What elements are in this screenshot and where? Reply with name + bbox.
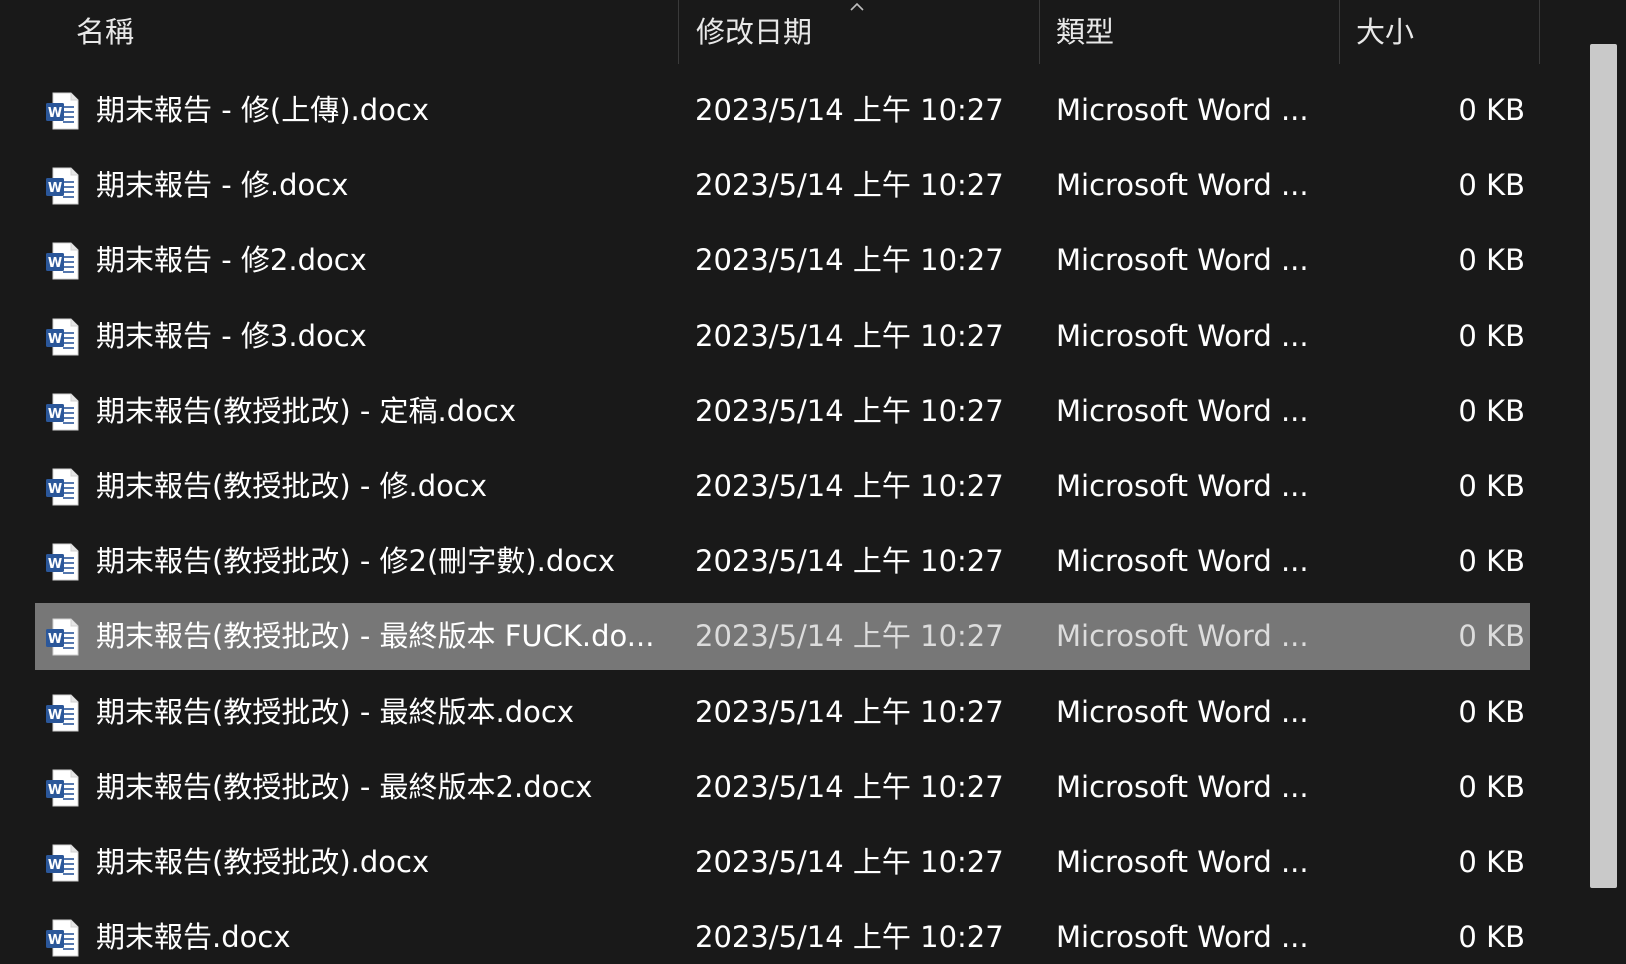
svg-text:W: W	[48, 332, 62, 347]
svg-text:W: W	[48, 256, 62, 271]
svg-text:W: W	[48, 482, 62, 497]
file-modified-date: 2023/5/14 上午 10:27	[695, 544, 1004, 578]
file-modified-date: 2023/5/14 上午 10:27	[695, 168, 1004, 202]
word-document-icon: W	[46, 318, 79, 356]
column-header-size[interactable]: 大小	[1340, 0, 1539, 64]
word-document-icon: W	[46, 393, 79, 431]
file-name: 期末報告 - 修.docx	[96, 168, 349, 202]
svg-text:W: W	[48, 181, 62, 196]
file-type: Microsoft Word ...	[1056, 695, 1309, 729]
svg-text:W: W	[48, 933, 62, 948]
file-row[interactable]: W 期末報告(教授批改) - 最終版本.docx 2023/5/14 上午 10…	[35, 679, 1530, 746]
svg-text:W: W	[48, 632, 62, 647]
file-row[interactable]: W 期末報告.docx 2023/5/14 上午 10:27 Microsoft…	[35, 904, 1530, 964]
file-modified-date: 2023/5/14 上午 10:27	[695, 920, 1004, 954]
file-type: Microsoft Word ...	[1056, 845, 1309, 879]
svg-text:W: W	[48, 783, 62, 798]
file-name: 期末報告.docx	[96, 920, 291, 954]
file-row[interactable]: W 期末報告(教授批改) - 最終版本 FUCK.do... 2023/5/14…	[35, 603, 1530, 670]
file-type: Microsoft Word ...	[1056, 770, 1309, 804]
file-row[interactable]: W 期末報告(教授批改) - 修2(刪字數).docx 2023/5/14 上午…	[35, 528, 1530, 595]
word-document-icon: W	[46, 844, 79, 882]
file-size: 0 KB	[1458, 243, 1525, 277]
file-row[interactable]: W 期末報告 - 修2.docx 2023/5/14 上午 10:27 Micr…	[35, 227, 1530, 294]
file-size: 0 KB	[1458, 619, 1525, 653]
file-name: 期末報告(教授批改) - 修.docx	[96, 469, 488, 503]
file-modified-date: 2023/5/14 上午 10:27	[695, 243, 1004, 277]
file-row[interactable]: W 期末報告(教授批改) - 修.docx 2023/5/14 上午 10:27…	[35, 453, 1530, 520]
word-document-icon: W	[46, 543, 79, 581]
file-type: Microsoft Word ...	[1056, 469, 1309, 503]
svg-text:W: W	[48, 407, 62, 422]
chevron-up-icon	[850, 2, 864, 11]
file-name: 期末報告 - 修2.docx	[96, 243, 367, 277]
file-name: 期末報告(教授批改) - 最終版本.docx	[96, 695, 575, 729]
vertical-scrollbar-thumb[interactable]	[1590, 44, 1617, 888]
svg-text:W: W	[48, 106, 62, 121]
file-modified-date: 2023/5/14 上午 10:27	[695, 619, 1004, 653]
file-name: 期末報告 - 修3.docx	[96, 319, 367, 353]
file-size: 0 KB	[1458, 544, 1525, 578]
column-header-bar: 名稱 修改日期 類型 大小	[0, 0, 1540, 64]
file-row[interactable]: W 期末報告(教授批改) - 定稿.docx 2023/5/14 上午 10:2…	[35, 378, 1530, 445]
file-name: 期末報告(教授批改) - 最終版本 FUCK.do...	[96, 619, 655, 653]
file-size: 0 KB	[1458, 394, 1525, 428]
file-size: 0 KB	[1458, 319, 1525, 353]
column-header-name-label: 名稱	[76, 15, 135, 49]
file-explorer-details-view: 名稱 修改日期 類型 大小 W 期末報告 - 修(上傳).docx 2023/5…	[0, 0, 1626, 964]
file-modified-date: 2023/5/14 上午 10:27	[695, 695, 1004, 729]
column-header-type-label: 類型	[1056, 15, 1115, 49]
file-modified-date: 2023/5/14 上午 10:27	[695, 845, 1004, 879]
file-size: 0 KB	[1458, 695, 1525, 729]
file-type: Microsoft Word ...	[1056, 243, 1309, 277]
file-row[interactable]: W 期末報告(教授批改).docx 2023/5/14 上午 10:27 Mic…	[35, 829, 1530, 896]
word-document-icon: W	[46, 92, 79, 130]
column-header-type[interactable]: 類型	[1040, 0, 1339, 64]
file-modified-date: 2023/5/14 上午 10:27	[695, 319, 1004, 353]
file-type: Microsoft Word ...	[1056, 544, 1309, 578]
file-type: Microsoft Word ...	[1056, 619, 1309, 653]
svg-text:W: W	[48, 557, 62, 572]
file-type: Microsoft Word ...	[1056, 319, 1309, 353]
file-name: 期末報告(教授批改) - 最終版本2.docx	[96, 770, 593, 804]
word-document-icon: W	[46, 167, 79, 205]
file-size: 0 KB	[1458, 920, 1525, 954]
word-document-icon: W	[46, 919, 79, 957]
column-header-size-label: 大小	[1356, 15, 1415, 49]
column-header-modified[interactable]: 修改日期	[679, 0, 1039, 64]
word-document-icon: W	[46, 618, 79, 656]
file-name: 期末報告(教授批改) - 修2(刪字數).docx	[96, 544, 616, 578]
file-type: Microsoft Word ...	[1056, 920, 1309, 954]
file-row[interactable]: W 期末報告 - 修3.docx 2023/5/14 上午 10:27 Micr…	[35, 303, 1530, 370]
word-document-icon: W	[46, 694, 79, 732]
file-modified-date: 2023/5/14 上午 10:27	[695, 93, 1004, 127]
file-name: 期末報告 - 修(上傳).docx	[96, 93, 430, 127]
file-name: 期末報告(教授批改).docx	[96, 845, 430, 879]
file-size: 0 KB	[1458, 93, 1525, 127]
word-document-icon: W	[46, 468, 79, 506]
file-type: Microsoft Word ...	[1056, 168, 1309, 202]
column-header-modified-label: 修改日期	[696, 15, 813, 49]
file-type: Microsoft Word ...	[1056, 93, 1309, 127]
file-row[interactable]: W 期末報告 - 修.docx 2023/5/14 上午 10:27 Micro…	[35, 152, 1530, 219]
file-size: 0 KB	[1458, 845, 1525, 879]
file-modified-date: 2023/5/14 上午 10:27	[695, 469, 1004, 503]
file-modified-date: 2023/5/14 上午 10:27	[695, 394, 1004, 428]
column-header-name[interactable]: 名稱	[0, 0, 678, 64]
column-divider[interactable]	[1539, 0, 1540, 64]
file-row[interactable]: W 期末報告(教授批改) - 最終版本2.docx 2023/5/14 上午 1…	[35, 754, 1530, 821]
file-name: 期末報告(教授批改) - 定稿.docx	[96, 394, 517, 428]
file-type: Microsoft Word ...	[1056, 394, 1309, 428]
file-size: 0 KB	[1458, 168, 1525, 202]
word-document-icon: W	[46, 769, 79, 807]
file-size: 0 KB	[1458, 469, 1525, 503]
svg-text:W: W	[48, 708, 62, 723]
file-size: 0 KB	[1458, 770, 1525, 804]
file-row[interactable]: W 期末報告 - 修(上傳).docx 2023/5/14 上午 10:27 M…	[35, 77, 1530, 144]
file-modified-date: 2023/5/14 上午 10:27	[695, 770, 1004, 804]
word-document-icon: W	[46, 242, 79, 280]
svg-text:W: W	[48, 858, 62, 873]
